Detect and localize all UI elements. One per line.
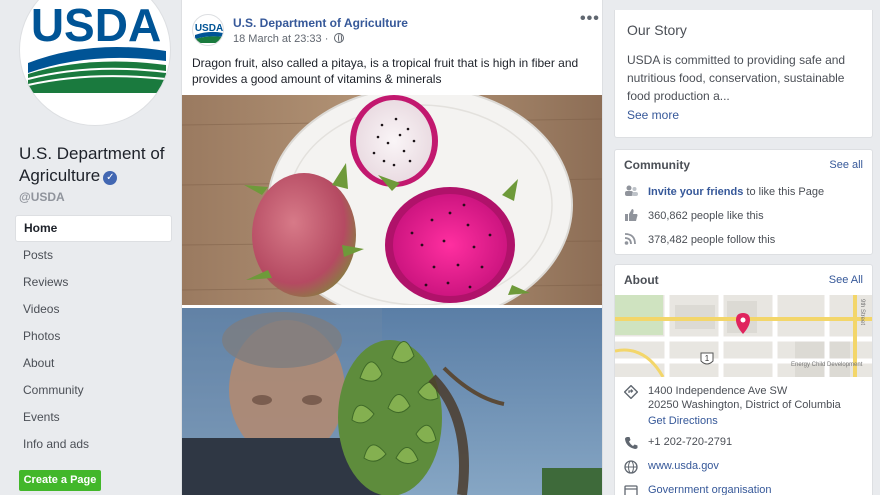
page-handle[interactable]: @USDA [19, 190, 65, 204]
likes-row: 360,862 people like this [624, 209, 764, 223]
nav-item-info-and-ads[interactable]: Info and ads [15, 431, 172, 458]
globe-icon [334, 33, 345, 43]
page-title-text: U.S. Department of Agriculture [19, 144, 165, 185]
nav-item-reviews[interactable]: Reviews [15, 269, 172, 296]
address-line-1: 1400 Independence Ave SW [648, 385, 788, 397]
our-story-title: Our Story [627, 22, 687, 38]
invite-friends-link[interactable]: Invite your friends [648, 186, 743, 198]
likes-count: 360,862 people like this [648, 210, 764, 222]
about-see-all-link[interactable]: See All [829, 274, 863, 286]
usda-logo: USDA [27, 0, 167, 93]
map-poi-label: Energy Child Development [791, 362, 863, 368]
post-timestamp[interactable]: 18 March at 23:33 [233, 33, 322, 45]
friends-icon [625, 185, 638, 196]
post-author-avatar[interactable]: USDA [192, 14, 224, 46]
create-page-button[interactable]: Create a Page [19, 470, 101, 491]
usda-logo-text: USDA [31, 0, 161, 51]
see-more-link[interactable]: See more [627, 108, 679, 122]
post-card: USDA U.S. Department of Agriculture 18 M… [181, 0, 603, 495]
location-map[interactable]: 1 Energy Child Development 9th Street [615, 295, 872, 377]
post-author-name[interactable]: U.S. Department of Agriculture [233, 16, 408, 30]
nav-item-videos[interactable]: Videos [15, 296, 172, 323]
post-photo-dragon-fruit-plate[interactable] [182, 95, 603, 305]
page-sidebar: USDA U.S. Department of Agriculture ✓ @US… [0, 0, 180, 495]
about-title: About [624, 273, 659, 287]
category-tag-icon [624, 485, 638, 495]
phone-icon [625, 437, 638, 449]
post-photo-farmer-cactus[interactable] [182, 308, 603, 495]
website-link[interactable]: www.usda.gov [648, 459, 868, 473]
thumbs-up-icon [625, 209, 638, 221]
invite-friends-row: Invite your friends to like this Page [624, 185, 824, 199]
invite-suffix: to like this Page [743, 186, 825, 198]
community-title: Community [624, 158, 690, 172]
follows-count: 378,482 people follow this [648, 234, 776, 246]
our-story-card: Our Story USDA is committed to providing… [614, 10, 873, 138]
our-story-text: USDA is committed to providing safe and … [627, 53, 846, 103]
page-nav: Home Posts Reviews Videos Photos About C… [15, 215, 172, 458]
directions-icon [624, 385, 638, 399]
nav-item-photos[interactable]: Photos [15, 323, 172, 350]
svg-text:1: 1 [705, 354, 710, 363]
map-street-label: 9th Street [859, 299, 865, 325]
follows-row: 378,482 people follow this [624, 233, 775, 247]
community-see-all-link[interactable]: See all [829, 159, 863, 171]
rss-follow-icon [624, 233, 636, 245]
verified-badge-icon: ✓ [103, 171, 118, 185]
address-line-2: 20250 Washington, District of Columbia [648, 399, 841, 411]
nav-item-community[interactable]: Community [15, 377, 172, 404]
globe-website-icon [624, 460, 638, 474]
post-text: Dragon fruit, also called a pitaya, is a… [192, 56, 579, 86]
nav-item-home[interactable]: Home [15, 215, 172, 242]
page-profile-picture[interactable]: USDA [19, 0, 171, 126]
usda-mini-logo-icon: USDA [195, 23, 223, 43]
post-options-button[interactable]: ••• [580, 10, 600, 28]
community-card: Community See all Invite your friends to… [614, 149, 873, 255]
phone-number[interactable]: +1 202-720-2791 [648, 435, 868, 449]
category-link[interactable]: Government organisation [648, 483, 868, 495]
route-shield-icon: 1 [700, 352, 714, 365]
post-meta: 18 March at 23:33 · [233, 33, 345, 45]
nav-item-posts[interactable]: Posts [15, 242, 172, 269]
nav-item-events[interactable]: Events [15, 404, 172, 431]
about-card: About See All 1 Energy Child Development… [614, 264, 873, 495]
get-directions-link[interactable]: Get Directions [648, 414, 868, 428]
page-title: U.S. Department of Agriculture ✓ [19, 143, 179, 187]
nav-item-about[interactable]: About [15, 350, 172, 377]
